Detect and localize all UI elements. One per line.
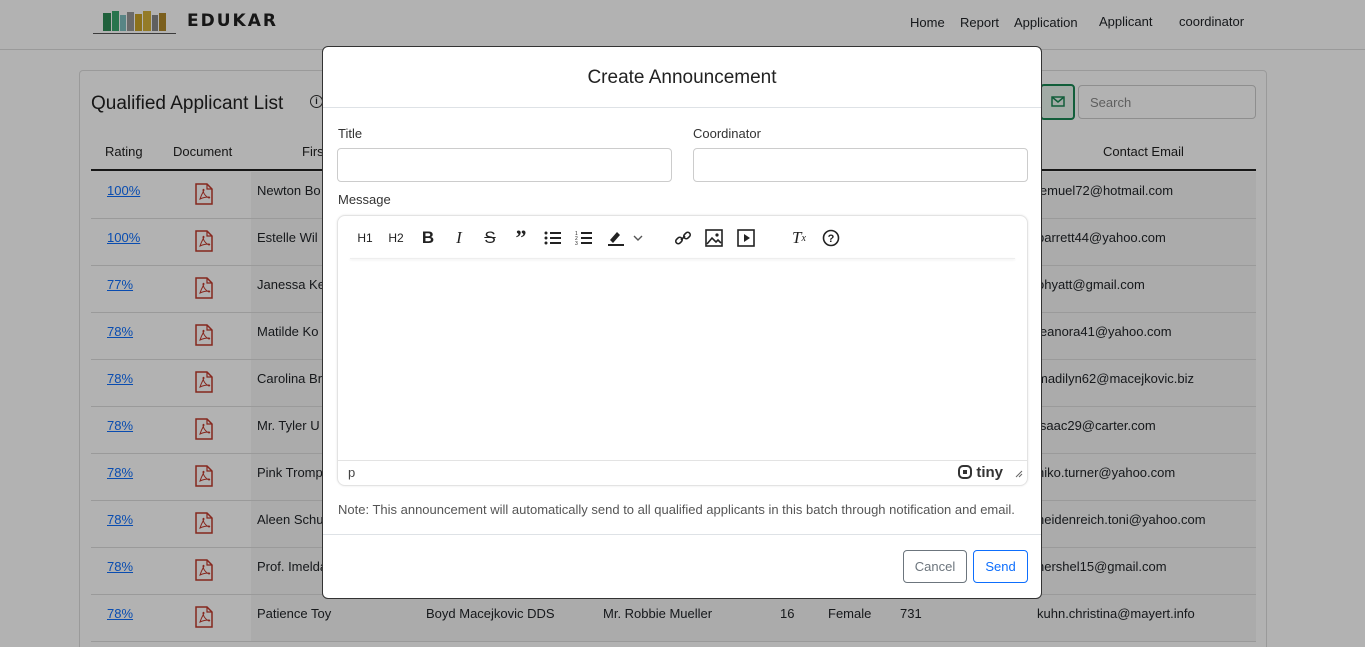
clear-formatting-icon[interactable]: Tx: [787, 226, 811, 250]
announcement-note: Note: This announcement will automatical…: [338, 502, 1015, 517]
blockquote-icon[interactable]: ”: [509, 225, 533, 250]
message-label: Message: [338, 192, 391, 207]
modal-title: Create Announcement: [587, 67, 777, 88]
modal-header: Create Announcement: [323, 47, 1041, 108]
link-icon[interactable]: [671, 226, 695, 250]
editor-content-area[interactable]: [339, 262, 1026, 459]
create-announcement-modal: Create Announcement Title Coordinator Me…: [322, 46, 1042, 599]
cancel-button[interactable]: Cancel: [903, 550, 967, 583]
title-label: Title: [338, 126, 363, 141]
image-icon[interactable]: [702, 226, 726, 250]
italic-icon[interactable]: I: [447, 226, 471, 250]
svg-text:?: ?: [828, 233, 835, 245]
tiny-branding[interactable]: tiny: [958, 464, 1003, 481]
resize-handle-icon[interactable]: [1015, 470, 1023, 478]
help-icon[interactable]: ?: [819, 226, 843, 250]
tiny-brand-text: tiny: [976, 464, 1003, 481]
coordinator-input[interactable]: [693, 148, 1028, 182]
media-icon[interactable]: [734, 226, 758, 250]
svg-text:3: 3: [575, 241, 578, 246]
rich-text-editor: H1 H2 B I S ” 123 Tx ? p tiny: [337, 215, 1028, 486]
tiny-logo-icon: [958, 465, 973, 479]
modal-footer-divider: [323, 534, 1041, 535]
bullet-list-icon[interactable]: [541, 226, 565, 250]
element-path[interactable]: p: [348, 465, 355, 480]
heading1-button[interactable]: H1: [352, 226, 378, 250]
editor-statusbar: p tiny: [338, 460, 1027, 485]
coordinator-label: Coordinator: [693, 126, 761, 141]
bold-icon[interactable]: B: [416, 226, 440, 250]
highlight-color-icon[interactable]: [604, 226, 648, 250]
strikethrough-icon[interactable]: S: [478, 226, 502, 250]
send-button[interactable]: Send: [973, 550, 1028, 583]
numbered-list-icon[interactable]: 123: [572, 226, 596, 250]
title-input[interactable]: [337, 148, 672, 182]
toolbar-divider: [350, 258, 1015, 259]
heading2-button[interactable]: H2: [383, 226, 409, 250]
